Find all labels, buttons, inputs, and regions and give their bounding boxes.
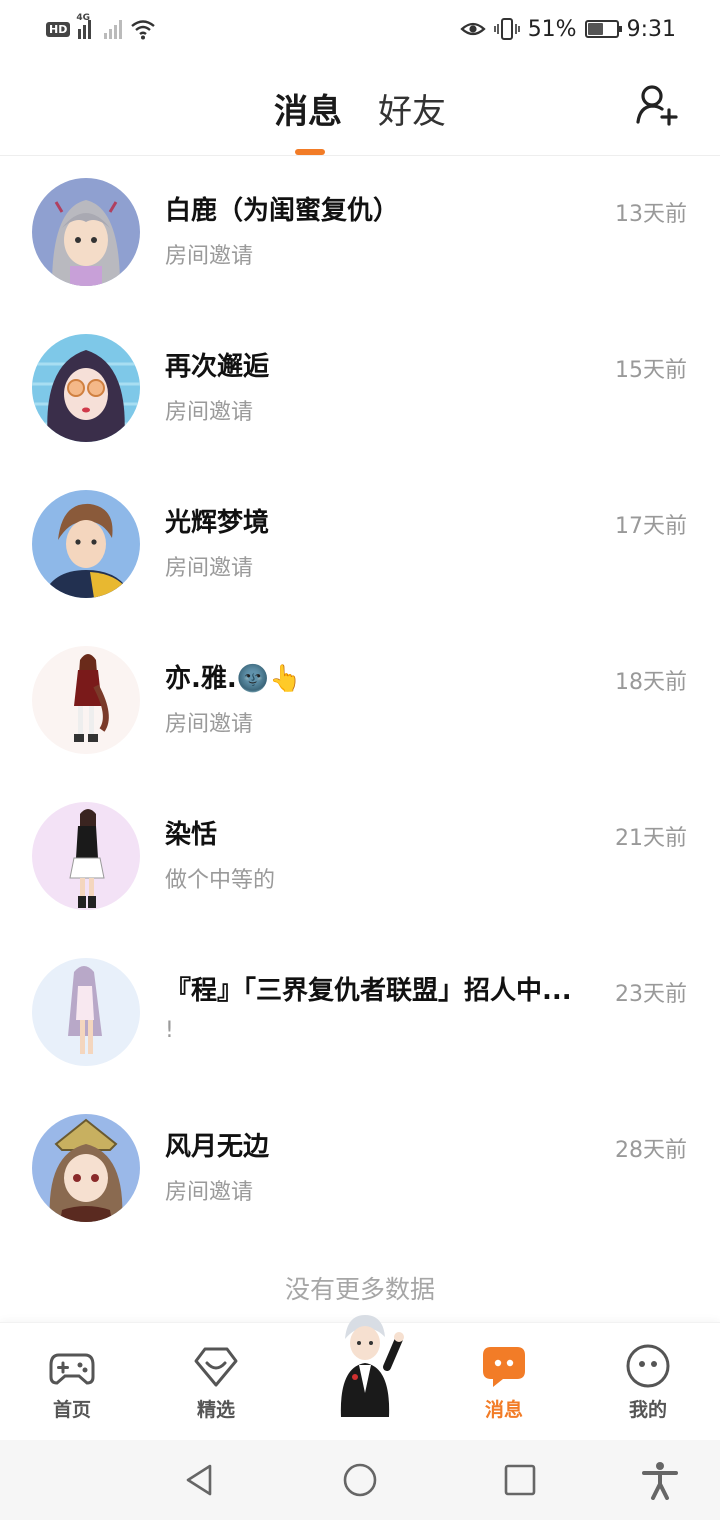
tab-messages[interactable]: 消息: [274, 84, 342, 133]
nav-featured[interactable]: 精选: [144, 1323, 288, 1441]
battery-percent: 51%: [527, 16, 577, 42]
anime-avatar-lilac-hair: [32, 958, 140, 1066]
message-preview: 房间邀请: [165, 1180, 254, 1205]
home-icon[interactable]: [340, 1460, 380, 1500]
nav-profile[interactable]: 我的: [576, 1323, 720, 1441]
recents-icon[interactable]: [500, 1460, 540, 1500]
tab-friends[interactable]: 好友: [378, 84, 446, 133]
contact-name: 白鹿（为闺蜜复仇）: [165, 196, 400, 226]
nav-label: 我的: [628, 1399, 667, 1421]
messages-screen: HD 4G 51% 9:31 消息 好友 白鹿（为闺蜜复仇） 房间邀请 13天前…: [0, 0, 720, 1520]
network-type-label: 4G: [76, 13, 90, 23]
nav-label: 精选: [196, 1399, 235, 1421]
avatar[interactable]: [32, 802, 140, 910]
add-user-icon[interactable]: [634, 82, 680, 128]
back-icon[interactable]: [180, 1460, 220, 1500]
message-preview: 房间邀请: [165, 244, 254, 269]
nav-messages[interactable]: 消息: [432, 1323, 576, 1441]
message-time: 21天前: [615, 826, 687, 851]
anime-avatar-glasses: [32, 334, 140, 442]
contact-name: 『程』「三界复仇者联盟」招人中...: [165, 976, 572, 1006]
clock: 9:31: [626, 16, 676, 42]
contact-name: 光辉梦境: [165, 508, 270, 538]
mascot-character[interactable]: [325, 1305, 405, 1427]
avatar[interactable]: [32, 490, 140, 598]
accessibility-icon[interactable]: [640, 1460, 680, 1500]
message-time: 18天前: [615, 670, 687, 695]
anime-avatar-boy: [32, 490, 140, 598]
message-time: 15天前: [615, 358, 687, 383]
avatar[interactable]: [32, 1114, 140, 1222]
contact-name: 再次邂逅: [165, 352, 270, 382]
vibrate-icon: [493, 18, 520, 40]
avatar[interactable]: [32, 646, 140, 754]
list-item[interactable]: 亦.雅.🌚👆 房间邀请 18天前: [0, 626, 720, 782]
avatar[interactable]: [32, 178, 140, 286]
tab-active-indicator: [295, 149, 325, 155]
nav-label: 消息: [484, 1399, 523, 1421]
message-preview: !: [165, 1018, 174, 1043]
contact-name: 亦.雅.🌚👆: [165, 664, 302, 694]
status-left: HD 4G: [46, 13, 156, 40]
message-time: 17天前: [615, 514, 687, 539]
status-bar: HD 4G 51% 9:31: [0, 0, 720, 58]
list-item[interactable]: 『程』「三界复仇者联盟」招人中... ! 23天前: [0, 938, 720, 1094]
list-item[interactable]: 风月无边 房间邀请 28天前: [0, 1094, 720, 1250]
signal-4g-icon: 4G: [76, 13, 96, 39]
bottom-navigation: 首页 精选 消息 我的: [0, 1315, 720, 1441]
smiley-face-icon: [626, 1344, 670, 1388]
avatar[interactable]: [32, 958, 140, 1066]
gamepad-icon: [49, 1353, 95, 1385]
message-list: 白鹿（为闺蜜复仇） 房间邀请 13天前 再次邂逅 房间邀请 15天前 光辉梦境 …: [0, 158, 720, 1250]
list-item[interactable]: 再次邂逅 房间邀请 15天前: [0, 314, 720, 470]
message-time: 13天前: [615, 202, 687, 227]
eye-comfort-icon: [460, 22, 486, 36]
contact-name: 染恬: [165, 820, 218, 850]
chat-bubble-icon: [483, 1347, 525, 1387]
list-item[interactable]: 白鹿（为闺蜜复仇） 房间邀请 13天前: [0, 158, 720, 314]
wifi-icon: [131, 20, 156, 40]
hd-icon: HD: [46, 21, 71, 37]
message-preview: 房间邀请: [165, 712, 254, 737]
top-header: 消息 好友: [0, 58, 720, 156]
signal-no-service-icon: [104, 19, 123, 39]
message-time: 23天前: [615, 982, 687, 1007]
anime-avatar-silver-hair: [32, 178, 140, 286]
anime-avatar-black-top: [32, 802, 140, 910]
nav-label: 首页: [52, 1399, 91, 1421]
status-right: 51% 9:31: [460, 17, 676, 42]
anime-avatar-crown: [32, 1114, 140, 1222]
contact-name: 风月无边: [165, 1132, 270, 1162]
message-preview: 房间邀请: [165, 556, 254, 581]
message-preview: 房间邀请: [165, 400, 254, 425]
heart-gem-icon: [194, 1347, 238, 1387]
nav-home[interactable]: 首页: [0, 1323, 144, 1441]
avatar[interactable]: [32, 334, 140, 442]
message-preview: 做个中等的: [165, 868, 276, 893]
system-navigation-bar: [0, 1440, 720, 1520]
no-more-data-label: 没有更多数据: [284, 1275, 435, 1304]
anime-avatar-red-dress: [32, 646, 140, 754]
list-item[interactable]: 染恬 做个中等的 21天前: [0, 782, 720, 938]
message-time: 28天前: [615, 1138, 687, 1163]
list-item[interactable]: 光辉梦境 房间邀请 17天前: [0, 470, 720, 626]
battery-icon: [584, 20, 622, 38]
